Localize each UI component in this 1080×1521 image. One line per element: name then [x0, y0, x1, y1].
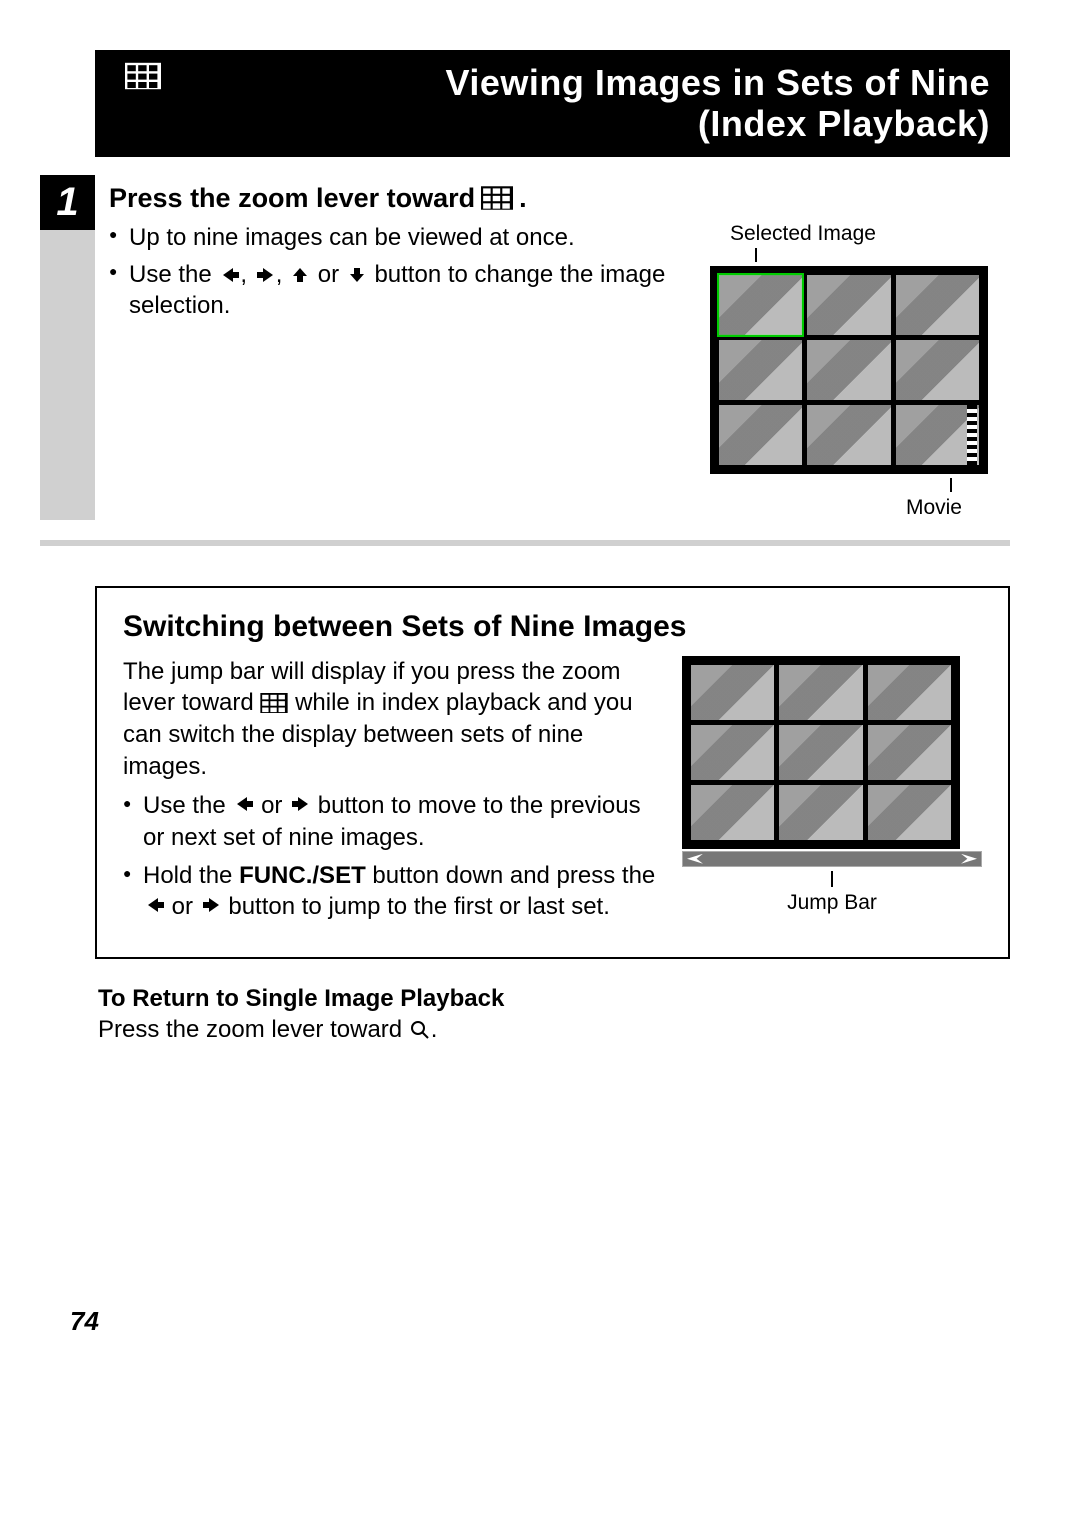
header-title-line1: Viewing Images in Sets of Nine — [179, 62, 990, 103]
caption-jump-bar: Jump Bar — [682, 891, 982, 915]
step-gutter: 1 — [40, 175, 95, 520]
pointer-line — [950, 478, 952, 492]
step1-bullet-1: Up to nine images can be viewed at once. — [109, 222, 694, 253]
thumbnail — [691, 725, 774, 780]
jump-bar — [682, 851, 982, 867]
header-title-line2: (Index Playback) — [179, 103, 990, 144]
box-title: Switching between Sets of Nine Images — [123, 610, 982, 644]
index-thumbnail-grid — [710, 266, 988, 474]
thumbnail — [868, 725, 951, 780]
thumbnail — [868, 785, 951, 840]
caption-movie: Movie — [710, 496, 1010, 520]
arrow-left-icon — [218, 266, 240, 284]
arrow-right-icon — [254, 266, 276, 284]
thumbnail — [807, 405, 890, 465]
thumbnail — [868, 665, 951, 720]
thumbnail — [719, 340, 802, 400]
switching-box: Switching between Sets of Nine Images Th… — [95, 586, 1010, 959]
box-bullet-1: Use the or button to move to the previou… — [123, 790, 664, 853]
thumbnail — [779, 785, 862, 840]
page-number: 74 — [70, 1306, 1010, 1337]
index-thumbnail-grid — [682, 656, 960, 849]
step-1: 1 Press the zoom lever toward . Up to ni… — [40, 175, 1010, 546]
thumbnail — [807, 340, 890, 400]
thumbnail — [779, 725, 862, 780]
return-heading: To Return to Single Image Playback — [98, 983, 1010, 1014]
step1-bullet-2: Use the , , or button to change the imag… — [109, 259, 694, 321]
thumbnail — [719, 405, 802, 465]
step-heading-period: . — [519, 183, 527, 214]
jump-bar-figure: Jump Bar — [682, 656, 982, 929]
arrow-left-icon — [143, 896, 165, 914]
arrow-down-icon — [346, 266, 368, 284]
thumbnail — [691, 785, 774, 840]
thumbnail — [807, 275, 890, 335]
thumbnail-selected — [719, 275, 802, 335]
thumbnail — [896, 275, 979, 335]
arrow-up-icon — [289, 266, 311, 284]
return-section: To Return to Single Image Playback Press… — [98, 983, 1010, 1045]
step-number: 1 — [40, 175, 95, 230]
thumbnail — [691, 665, 774, 720]
pointer-line — [755, 248, 757, 262]
index-grid-icon — [260, 693, 288, 713]
index-grid-icon — [125, 62, 161, 90]
step1-figure: Selected Image Movie — [710, 222, 1010, 520]
box-paragraph: The jump bar will display if you press t… — [123, 656, 664, 783]
arrow-right-icon — [289, 795, 311, 813]
caption-selected-image: Selected Image — [730, 222, 1010, 246]
step-heading: Press the zoom lever toward . — [109, 183, 1010, 214]
return-body: Press the zoom lever toward . — [98, 1014, 1010, 1045]
pointer-line — [831, 871, 833, 887]
magnify-icon — [409, 1020, 431, 1040]
index-grid-icon — [481, 186, 513, 210]
step-heading-text: Press the zoom lever toward — [109, 183, 475, 214]
thumbnail — [779, 665, 862, 720]
section-header: Viewing Images in Sets of Nine (Index Pl… — [95, 50, 1010, 157]
arrow-right-icon — [200, 896, 222, 914]
thumbnail — [896, 340, 979, 400]
thumbnail-movie — [896, 405, 979, 465]
arrow-left-icon — [232, 795, 254, 813]
box-bullet-2: Hold the FUNC./SET button down and press… — [123, 860, 664, 923]
